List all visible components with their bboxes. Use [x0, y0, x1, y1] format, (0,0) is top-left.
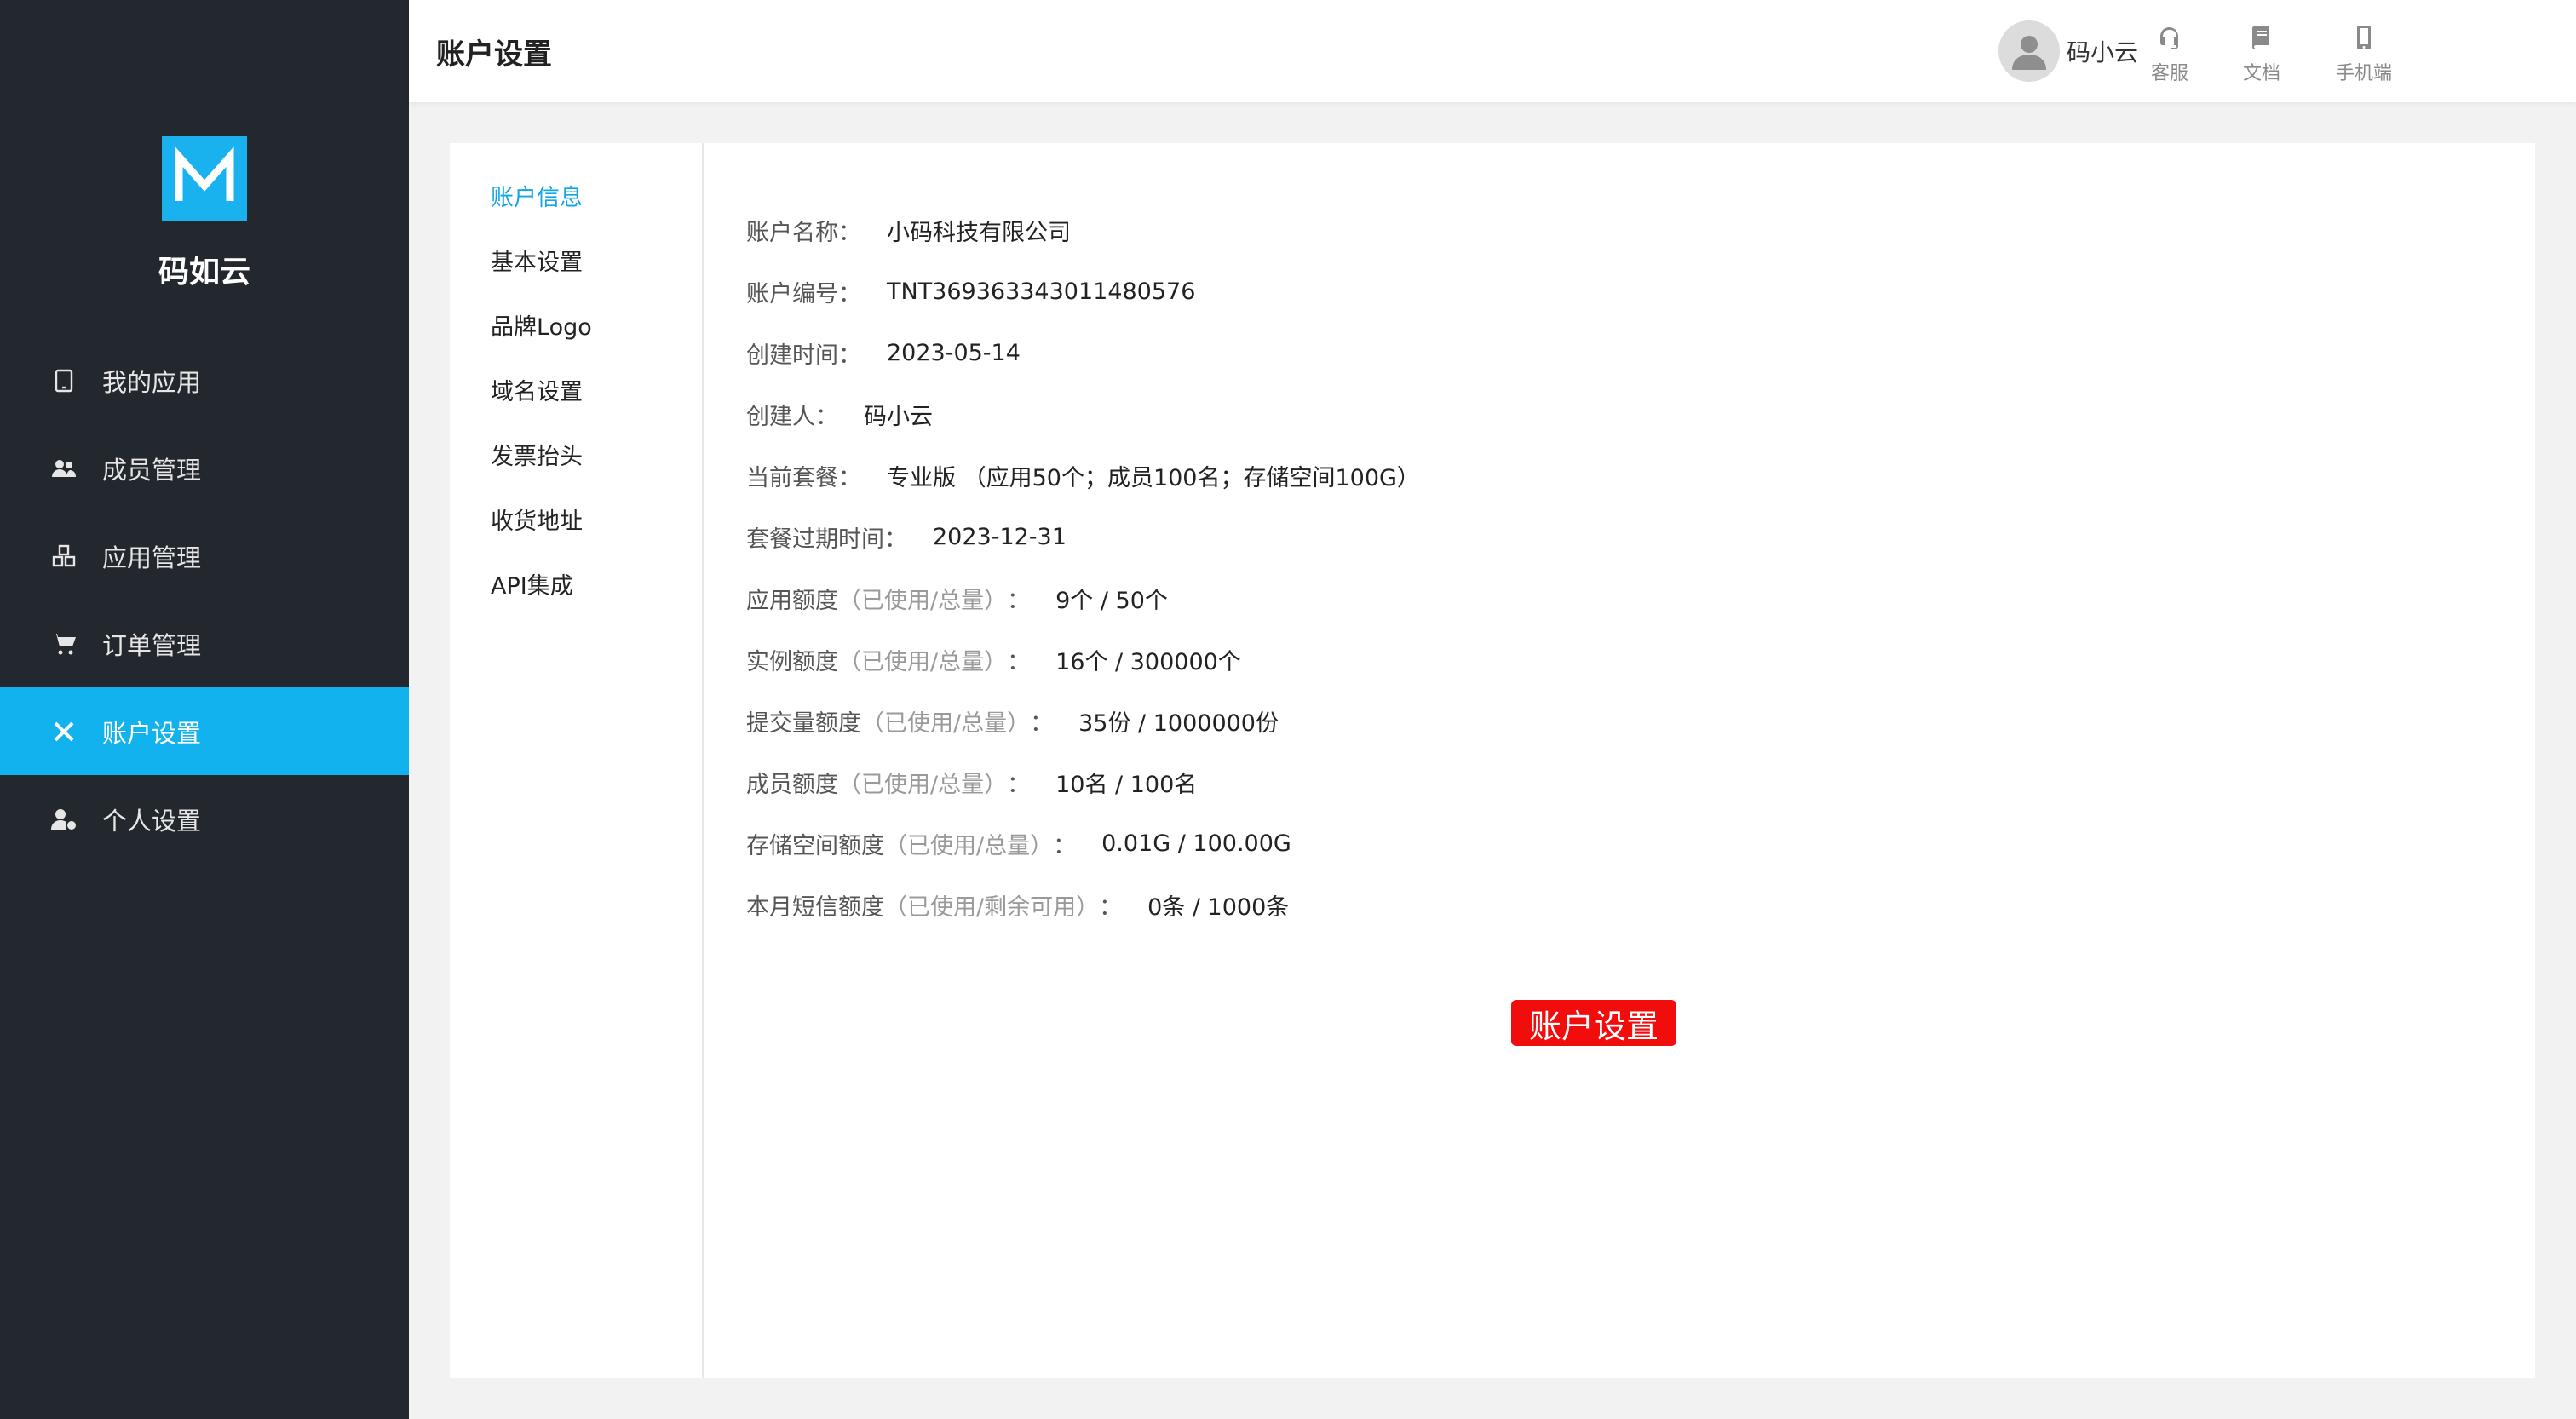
app-quota-value: 9个 / 50个: [1055, 587, 1168, 614]
subnav-item-basic-settings[interactable]: 基本设置: [491, 244, 583, 277]
subnav-item-invoice-title[interactable]: 发票抬头: [491, 438, 583, 471]
info-row-sms-quota: 本月短信额度 （已使用/剩余可用）： 0条 / 1000条: [746, 874, 2450, 935]
info-row-expire-time: 套餐过期时间： 2023-12-31: [746, 523, 1067, 553]
users-icon: [49, 454, 78, 483]
instance-quota-value: 16个 / 300000个: [1055, 648, 1241, 675]
username[interactable]: 码小云: [2067, 34, 2138, 68]
user-gear-icon: [49, 805, 78, 834]
top-header: 账户设置 客服 文档 手机端 码小云: [409, 0, 2576, 102]
sidebar-item-account-settings[interactable]: 账户设置: [0, 687, 409, 775]
sidebar-item-label: 我的应用: [102, 367, 202, 397]
customer-service-button[interactable]: 客服: [2131, 20, 2208, 85]
sidebar-item-orders[interactable]: 订单管理: [0, 600, 409, 687]
logo-m-icon: [175, 146, 234, 201]
tablet-icon: [49, 366, 78, 395]
tool-label: 客服: [2150, 63, 2188, 84]
info-row-created-time: 创建时间： 2023-05-14: [746, 339, 1021, 369]
created-time-value: 2023-05-14: [887, 339, 1021, 366]
account-name-value: 小码科技有限公司: [887, 219, 1071, 246]
subnav-item-brand-logo[interactable]: 品牌Logo: [491, 308, 592, 342]
docs-button[interactable]: 文档: [2223, 20, 2300, 85]
subnav-item-domain-settings[interactable]: 域名设置: [491, 373, 583, 406]
account-info-list: 账户名称： 小码科技有限公司 账户编号： TNT3693633430114805…: [746, 199, 2450, 935]
info-row-instance-quota: 实例额度 （已使用/总量）： 16个 / 300000个: [746, 629, 2450, 690]
info-row-member-quota: 成员额度 （已使用/总量）： 10名 / 100名: [746, 751, 2450, 813]
avatar[interactable]: [1998, 20, 2060, 82]
overlay-label-tag: 账户设置: [1511, 1000, 1676, 1046]
sidebar: 码如云 我的应用 成员管理 应用管理 订单管理 账户设置 个人设置: [0, 0, 409, 1419]
plan-value: 专业版 （应用50个；成员100名；存储空间100G）: [887, 464, 1420, 491]
tools-icon: [49, 717, 78, 746]
user-avatar-icon: [2012, 36, 2046, 70]
info-row-storage-quota: 存储空间额度 （已使用/总量）： 0.01G / 100.00G: [746, 830, 1291, 859]
submission-quota-value: 35份 / 1000000份: [1078, 710, 1279, 737]
tool-label: 文档: [2242, 63, 2280, 84]
brand-logo[interactable]: [162, 136, 247, 221]
sidebar-item-members[interactable]: 成员管理: [0, 424, 409, 512]
creator-value: 码小云: [864, 403, 933, 430]
info-row-app-quota: 应用额度 （已使用/总量）： 9个 / 50个: [746, 567, 2450, 629]
info-row-plan: 当前套餐： 专业版 （应用50个；成员100名；存储空间100G）: [746, 445, 2450, 506]
account-settings-card: 账户信息 基本设置 品牌Logo 域名设置 发票抬头 收货地址 API集成 账户…: [450, 143, 2535, 1378]
info-row-creator: 创建人： 码小云: [746, 383, 2450, 445]
mobile-button[interactable]: 手机端: [2326, 20, 2402, 85]
settings-subnav: 账户信息 基本设置 品牌Logo 域名设置 发票抬头 收货地址 API集成: [450, 143, 704, 1378]
sidebar-item-my-apps[interactable]: 我的应用: [0, 336, 409, 424]
brand-name: 码如云: [158, 255, 250, 290]
subnav-item-shipping-address[interactable]: 收货地址: [491, 503, 583, 536]
info-row-account-name: 账户名称： 小码科技有限公司: [746, 199, 2450, 261]
sidebar-item-label: 订单管理: [102, 630, 202, 660]
member-quota-value: 10名 / 100名: [1055, 771, 1198, 798]
sidebar-item-personal-settings[interactable]: 个人设置: [0, 775, 409, 863]
sms-quota-value: 0条 / 1000条: [1147, 893, 1290, 921]
book-icon: [2223, 20, 2300, 55]
sidebar-item-label: 账户设置: [102, 718, 202, 748]
mobile-icon: [2326, 20, 2402, 55]
account-id-value: TNT369363343011480576: [887, 278, 1196, 305]
sidebar-item-label: 成员管理: [102, 455, 202, 485]
tool-label: 手机端: [2335, 63, 2392, 84]
storage-quota-value: 0.01G / 100.00G: [1101, 830, 1291, 857]
sidebar-item-label: 应用管理: [102, 543, 202, 572]
sidebar-nav: 我的应用 成员管理 应用管理 订单管理 账户设置 个人设置: [0, 336, 409, 863]
cart-icon: [49, 629, 78, 658]
info-row-account-id: 账户编号： TNT369363343011480576: [746, 278, 1196, 307]
subnav-item-account-info[interactable]: 账户信息: [491, 179, 583, 212]
subnav-item-api-integration[interactable]: API集成: [491, 567, 573, 600]
info-row-submission-quota: 提交量额度 （已使用/总量）： 35份 / 1000000份: [746, 690, 2450, 751]
sidebar-item-app-management[interactable]: 应用管理: [0, 512, 409, 600]
page-title: 账户设置: [436, 37, 552, 72]
sidebar-item-label: 个人设置: [102, 806, 202, 836]
headset-icon: [2131, 20, 2208, 55]
cubes-icon: [49, 542, 78, 571]
expire-time-value: 2023-12-31: [933, 523, 1067, 550]
